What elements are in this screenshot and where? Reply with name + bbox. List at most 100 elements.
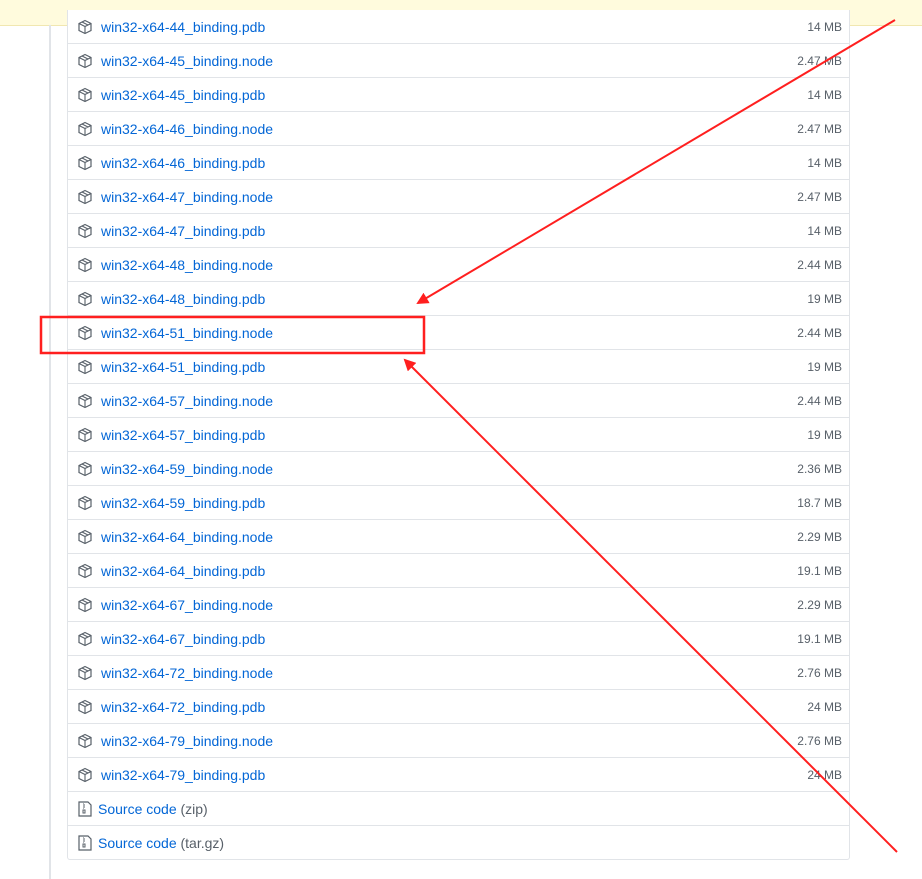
- asset-size: 2.76 MB: [797, 733, 842, 748]
- asset-download-link[interactable]: win32-x64-79_binding.node: [101, 733, 797, 749]
- asset-download-link[interactable]: win32-x64-44_binding.pdb: [101, 19, 807, 35]
- source-code-zip-suffix: (zip): [180, 800, 208, 817]
- asset-download-link[interactable]: win32-x64-59_binding.node: [101, 461, 797, 477]
- asset-download-link[interactable]: win32-x64-57_binding.pdb: [101, 427, 807, 443]
- file-zip-icon: [77, 834, 93, 851]
- asset-row: win32-x64-59_binding.pdb 18.7 MB: [68, 485, 849, 519]
- package-icon: [77, 393, 93, 409]
- package-icon: [77, 325, 93, 341]
- asset-download-link[interactable]: win32-x64-46_binding.pdb: [101, 155, 807, 171]
- package-icon: [77, 631, 93, 647]
- asset-download-link[interactable]: win32-x64-64_binding.node: [101, 529, 797, 545]
- asset-size: 14 MB: [807, 19, 842, 34]
- package-icon: [77, 257, 93, 273]
- asset-download-link[interactable]: win32-x64-59_binding.pdb: [101, 495, 797, 511]
- asset-download-link[interactable]: win32-x64-48_binding.pdb: [101, 291, 807, 307]
- package-icon: [77, 19, 93, 35]
- asset-download-link[interactable]: win32-x64-72_binding.pdb: [101, 699, 807, 715]
- asset-row: win32-x64-51_binding.node 2.44 MB: [68, 315, 849, 349]
- package-icon: [77, 563, 93, 579]
- asset-size: 2.36 MB: [797, 461, 842, 476]
- asset-size: 19 MB: [807, 291, 842, 306]
- asset-size: 2.29 MB: [797, 597, 842, 612]
- asset-size: 2.44 MB: [797, 325, 842, 340]
- source-code-zip-link[interactable]: Source code (zip): [98, 801, 842, 817]
- package-icon: [77, 121, 93, 137]
- asset-size: 18.7 MB: [797, 495, 842, 510]
- asset-download-link[interactable]: win32-x64-45_binding.node: [101, 53, 797, 69]
- asset-row: win32-x64-79_binding.node 2.76 MB: [68, 723, 849, 757]
- source-code-targz-row: Source code (tar.gz): [68, 825, 849, 859]
- asset-row: win32-x64-72_binding.node 2.76 MB: [68, 655, 849, 689]
- asset-row: win32-x64-57_binding.pdb 19 MB: [68, 417, 849, 451]
- asset-download-link[interactable]: win32-x64-67_binding.node: [101, 597, 797, 613]
- package-icon: [77, 699, 93, 715]
- asset-row: win32-x64-64_binding.pdb 19.1 MB: [68, 553, 849, 587]
- asset-size: 19.1 MB: [797, 563, 842, 578]
- asset-row: win32-x64-72_binding.pdb 24 MB: [68, 689, 849, 723]
- asset-size: 2.47 MB: [797, 53, 842, 68]
- asset-size: 2.29 MB: [797, 529, 842, 544]
- package-icon: [77, 53, 93, 69]
- package-icon: [77, 767, 93, 783]
- package-icon: [77, 461, 93, 477]
- asset-row: win32-x64-57_binding.node 2.44 MB: [68, 383, 849, 417]
- asset-download-link[interactable]: win32-x64-57_binding.node: [101, 393, 797, 409]
- asset-size: 2.44 MB: [797, 393, 842, 408]
- asset-download-link[interactable]: win32-x64-72_binding.node: [101, 665, 797, 681]
- asset-row: win32-x64-79_binding.pdb 24 MB: [68, 757, 849, 791]
- asset-download-link[interactable]: win32-x64-79_binding.pdb: [101, 767, 807, 783]
- package-icon: [77, 597, 93, 613]
- source-code-targz-link[interactable]: Source code (tar.gz): [98, 835, 842, 851]
- asset-row: win32-x64-47_binding.pdb 14 MB: [68, 213, 849, 247]
- asset-row: win32-x64-45_binding.node 2.47 MB: [68, 43, 849, 77]
- package-icon: [77, 733, 93, 749]
- asset-row: win32-x64-59_binding.node 2.36 MB: [68, 451, 849, 485]
- asset-download-link[interactable]: win32-x64-67_binding.pdb: [101, 631, 797, 647]
- asset-row: win32-x64-44_binding.pdb 14 MB: [68, 10, 849, 43]
- asset-row: win32-x64-46_binding.node 2.47 MB: [68, 111, 849, 145]
- source-code-zip-row: Source code (zip): [68, 791, 849, 825]
- asset-row: win32-x64-48_binding.pdb 19 MB: [68, 281, 849, 315]
- asset-row: win32-x64-46_binding.pdb 14 MB: [68, 145, 849, 179]
- package-icon: [77, 529, 93, 545]
- asset-size: 14 MB: [807, 87, 842, 102]
- package-icon: [77, 223, 93, 239]
- package-icon: [77, 87, 93, 103]
- release-assets-list: win32-x64-44_binding.pdb 14 MB win32-x64-4…: [67, 10, 850, 860]
- source-code-targz-suffix: (tar.gz): [180, 834, 225, 851]
- asset-row: win32-x64-47_binding.node 2.47 MB: [68, 179, 849, 213]
- asset-size: 19 MB: [807, 427, 842, 442]
- asset-size: 24 MB: [807, 767, 842, 782]
- asset-download-link[interactable]: win32-x64-45_binding.pdb: [101, 87, 807, 103]
- release-timeline-line: [49, 25, 51, 879]
- asset-size: 2.47 MB: [797, 189, 842, 204]
- asset-row: win32-x64-51_binding.pdb 19 MB: [68, 349, 849, 383]
- asset-size: 2.47 MB: [797, 121, 842, 136]
- package-icon: [77, 155, 93, 171]
- source-code-zip-label: Source code: [98, 800, 177, 817]
- package-icon: [77, 427, 93, 443]
- asset-size: 24 MB: [807, 699, 842, 714]
- asset-row: win32-x64-48_binding.node 2.44 MB: [68, 247, 849, 281]
- asset-download-link[interactable]: win32-x64-48_binding.node: [101, 257, 797, 273]
- package-icon: [77, 495, 93, 511]
- asset-download-link[interactable]: win32-x64-46_binding.node: [101, 121, 797, 137]
- asset-size: 19 MB: [807, 359, 842, 374]
- asset-download-link[interactable]: win32-x64-47_binding.pdb: [101, 223, 807, 239]
- asset-download-link[interactable]: win32-x64-64_binding.pdb: [101, 563, 797, 579]
- asset-row: win32-x64-45_binding.pdb 14 MB: [68, 77, 849, 111]
- asset-row: win32-x64-64_binding.node 2.29 MB: [68, 519, 849, 553]
- package-icon: [77, 359, 93, 375]
- asset-download-link[interactable]: win32-x64-51_binding.node: [101, 325, 797, 341]
- asset-size: 14 MB: [807, 223, 842, 238]
- package-icon: [77, 291, 93, 307]
- file-zip-icon: [77, 800, 93, 817]
- asset-size: 14 MB: [807, 155, 842, 170]
- asset-download-link[interactable]: win32-x64-51_binding.pdb: [101, 359, 807, 375]
- asset-size: 19.1 MB: [797, 631, 842, 646]
- asset-size: 2.44 MB: [797, 257, 842, 272]
- asset-row: win32-x64-67_binding.node 2.29 MB: [68, 587, 849, 621]
- asset-download-link[interactable]: win32-x64-47_binding.node: [101, 189, 797, 205]
- asset-row: win32-x64-67_binding.pdb 19.1 MB: [68, 621, 849, 655]
